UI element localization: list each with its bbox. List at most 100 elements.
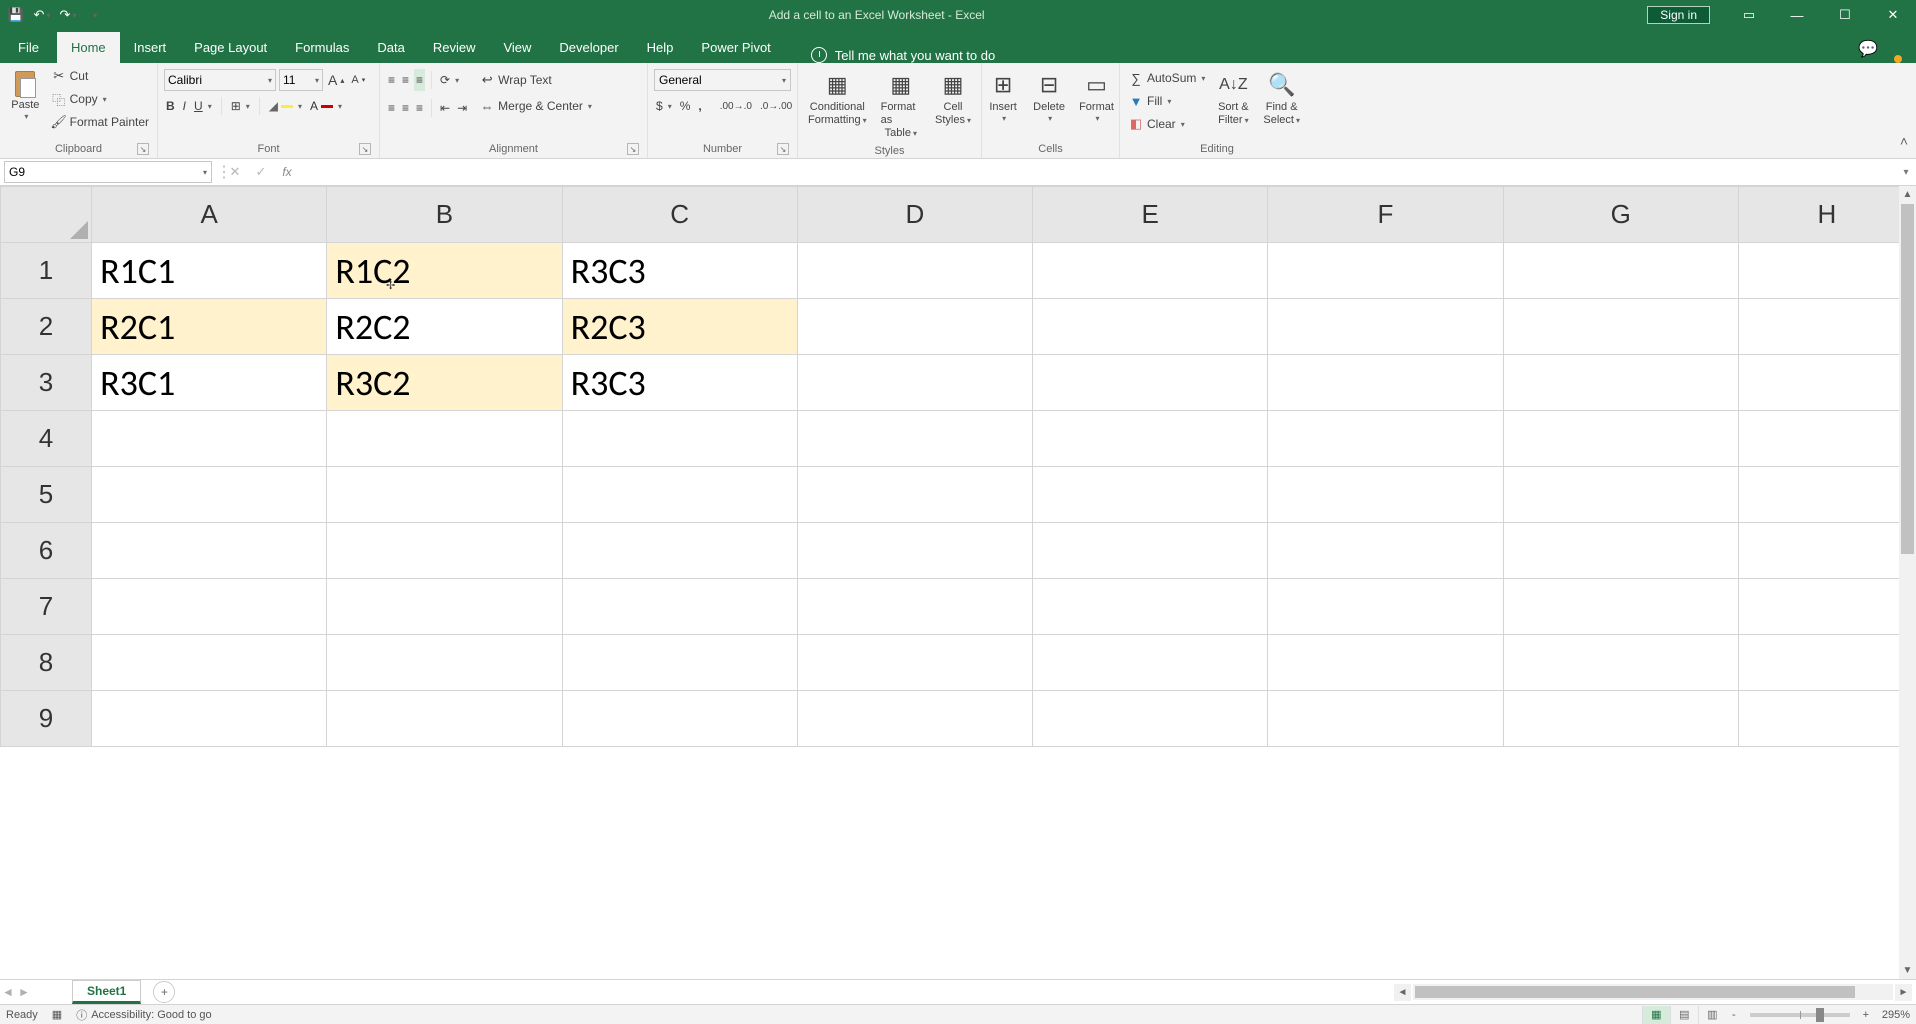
- cell-H9[interactable]: [1738, 691, 1915, 747]
- find-select-button[interactable]: 🔍Find &Select▾: [1259, 67, 1304, 129]
- align-center-button[interactable]: ≡: [400, 97, 411, 119]
- cell-B7[interactable]: [327, 579, 562, 635]
- tab-file[interactable]: File: [0, 32, 57, 63]
- cell-D9[interactable]: [797, 691, 1032, 747]
- tab-help[interactable]: Help: [633, 32, 688, 63]
- tab-data[interactable]: Data: [363, 32, 418, 63]
- cell-G4[interactable]: [1503, 411, 1738, 467]
- share-button[interactable]: 💬: [1846, 35, 1890, 63]
- cell-B3[interactable]: R3C2: [327, 355, 562, 411]
- cell-H6[interactable]: [1738, 523, 1915, 579]
- clear-button[interactable]: ◧Clear▾: [1126, 113, 1207, 135]
- delete-cells-button[interactable]: ⊟Delete▾: [1029, 67, 1069, 126]
- cell-A6[interactable]: [92, 523, 327, 579]
- cell-B9[interactable]: [327, 691, 562, 747]
- cell-F6[interactable]: [1268, 523, 1503, 579]
- decrease-decimal-button[interactable]: .0→.00: [758, 95, 794, 117]
- cell-E6[interactable]: [1033, 523, 1268, 579]
- cell-A2[interactable]: R2C1: [92, 299, 327, 355]
- sign-in-button[interactable]: Sign in: [1647, 6, 1710, 24]
- underline-button[interactable]: U▾: [192, 95, 214, 117]
- cell-C5[interactable]: [562, 467, 797, 523]
- notification-dot-icon[interactable]: [1894, 55, 1902, 63]
- align-bottom-button[interactable]: ≡: [414, 69, 425, 91]
- page-layout-view-button[interactable]: ▤: [1670, 1006, 1698, 1024]
- cell-C2[interactable]: R2C3: [562, 299, 797, 355]
- cell-A1[interactable]: R1C1: [92, 243, 327, 299]
- cut-button[interactable]: ✂Cut: [49, 65, 151, 87]
- cell-D3[interactable]: [797, 355, 1032, 411]
- tab-power-pivot[interactable]: Power Pivot: [687, 32, 784, 63]
- macro-record-icon[interactable]: ▦: [52, 1008, 62, 1021]
- cell-A5[interactable]: [92, 467, 327, 523]
- scroll-down-button[interactable]: ▼: [1899, 962, 1916, 979]
- undo-button[interactable]: ↶▾: [30, 3, 54, 27]
- column-header-H[interactable]: H: [1738, 187, 1915, 243]
- cell-E7[interactable]: [1033, 579, 1268, 635]
- vertical-scroll-thumb[interactable]: [1901, 204, 1914, 554]
- scroll-left-button[interactable]: ◄: [1394, 984, 1411, 1001]
- increase-font-button[interactable]: A▴: [326, 69, 346, 91]
- cell-F5[interactable]: [1268, 467, 1503, 523]
- fill-color-button[interactable]: ◢▾: [267, 95, 304, 117]
- comma-format-button[interactable]: ,: [696, 95, 703, 117]
- copy-button[interactable]: ⿻Copy▾: [49, 88, 151, 110]
- minimize-button[interactable]: —: [1774, 1, 1820, 29]
- row-header-3[interactable]: 3: [1, 355, 92, 411]
- cell-G6[interactable]: [1503, 523, 1738, 579]
- format-as-table-button[interactable]: ▦Format asTable▾: [877, 67, 925, 143]
- cell-F4[interactable]: [1268, 411, 1503, 467]
- worksheet-grid[interactable]: ABCDEFGH 1R1C1R1C2R3C32R2C1R2C2R2C33R3C1…: [0, 186, 1916, 747]
- zoom-level[interactable]: 295%: [1882, 1009, 1910, 1021]
- cell-G8[interactable]: [1503, 635, 1738, 691]
- horizontal-scrollbar[interactable]: [1413, 984, 1893, 1000]
- cell-H4[interactable]: [1738, 411, 1915, 467]
- cell-H7[interactable]: [1738, 579, 1915, 635]
- cell-A4[interactable]: [92, 411, 327, 467]
- font-size-select[interactable]: 11▾: [279, 69, 323, 91]
- maximize-button[interactable]: ☐: [1822, 1, 1868, 29]
- decrease-font-button[interactable]: A▾: [349, 69, 367, 91]
- cell-C7[interactable]: [562, 579, 797, 635]
- clipboard-dialog-launcher[interactable]: ↘: [137, 143, 149, 155]
- cell-E8[interactable]: [1033, 635, 1268, 691]
- font-color-button[interactable]: A▾: [308, 95, 344, 117]
- insert-cells-button[interactable]: ⊞Insert▾: [983, 67, 1023, 126]
- cell-F7[interactable]: [1268, 579, 1503, 635]
- normal-view-button[interactable]: ▦: [1642, 1006, 1670, 1024]
- cell-C1[interactable]: R3C3: [562, 243, 797, 299]
- merge-center-button[interactable]: ⇔Merge & Center▾: [477, 95, 594, 117]
- cell-D6[interactable]: [797, 523, 1032, 579]
- formula-input[interactable]: [300, 161, 1896, 183]
- increase-decimal-button[interactable]: .00→.0: [718, 95, 754, 117]
- sheet-nav-prev[interactable]: ◄: [0, 985, 16, 999]
- cell-A7[interactable]: [92, 579, 327, 635]
- cell-F8[interactable]: [1268, 635, 1503, 691]
- vertical-scrollbar[interactable]: ▲ ▼: [1899, 186, 1916, 979]
- tell-me-search[interactable]: Tell me what you want to do: [811, 47, 995, 63]
- cell-D8[interactable]: [797, 635, 1032, 691]
- cell-E3[interactable]: [1033, 355, 1268, 411]
- cell-G5[interactable]: [1503, 467, 1738, 523]
- tab-home[interactable]: Home: [57, 32, 120, 63]
- expand-formula-bar-button[interactable]: ▾: [1896, 167, 1916, 178]
- conditional-formatting-button[interactable]: ▦ConditionalFormatting▾: [804, 67, 871, 129]
- cell-G2[interactable]: [1503, 299, 1738, 355]
- column-header-F[interactable]: F: [1268, 187, 1503, 243]
- cell-H8[interactable]: [1738, 635, 1915, 691]
- align-middle-button[interactable]: ≡: [400, 69, 411, 91]
- scroll-up-button[interactable]: ▲: [1899, 186, 1916, 203]
- row-header-9[interactable]: 9: [1, 691, 92, 747]
- cell-D4[interactable]: [797, 411, 1032, 467]
- cell-A8[interactable]: [92, 635, 327, 691]
- tab-formulas[interactable]: Formulas: [281, 32, 363, 63]
- column-header-E[interactable]: E: [1033, 187, 1268, 243]
- font-name-select[interactable]: Calibri▾: [164, 69, 276, 91]
- row-header-5[interactable]: 5: [1, 467, 92, 523]
- cell-G1[interactable]: [1503, 243, 1738, 299]
- zoom-out-button[interactable]: -: [1726, 1009, 1742, 1021]
- alignment-dialog-launcher[interactable]: ↘: [627, 143, 639, 155]
- cell-E1[interactable]: [1033, 243, 1268, 299]
- cell-E9[interactable]: [1033, 691, 1268, 747]
- cell-H2[interactable]: [1738, 299, 1915, 355]
